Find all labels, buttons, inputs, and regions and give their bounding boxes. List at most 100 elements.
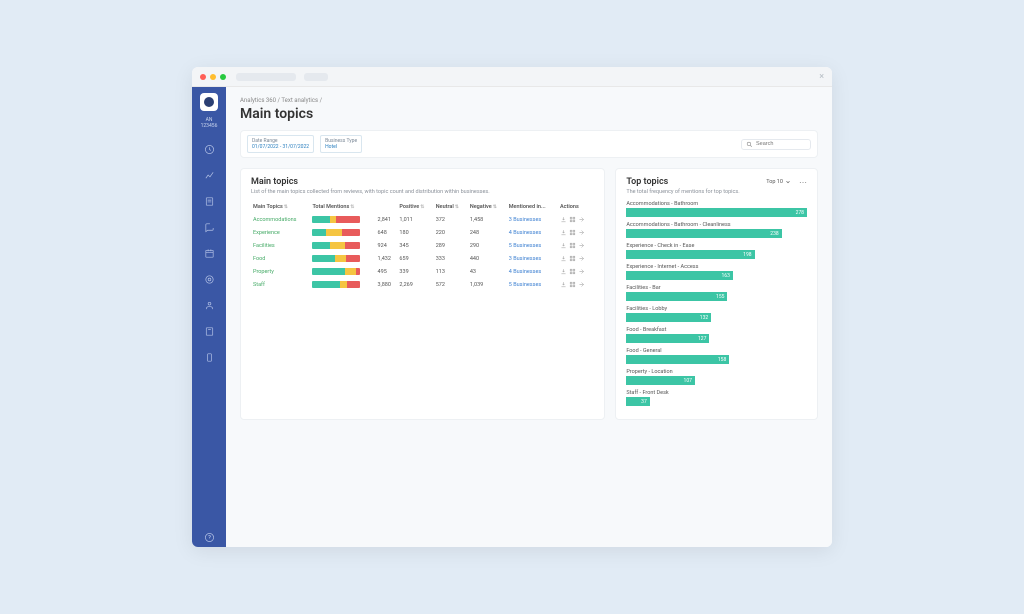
- cell-neutral: 113: [434, 265, 468, 278]
- window-close-icon[interactable]: [200, 74, 206, 80]
- nav-analytics-icon[interactable]: [199, 165, 219, 185]
- expand-icon[interactable]: [578, 255, 585, 262]
- table-row[interactable]: Property495339113434 Businesses: [251, 265, 594, 278]
- col-positive[interactable]: Positive⇅: [397, 201, 433, 213]
- download-icon[interactable]: [560, 255, 567, 262]
- address-bar[interactable]: [236, 73, 296, 81]
- nav-dashboard-icon[interactable]: [199, 139, 219, 159]
- col-total[interactable]: Total Mentions⇅: [310, 201, 397, 213]
- dropdown-label: Top 10: [766, 179, 783, 185]
- col-neutral[interactable]: Neutral⇅: [434, 201, 468, 213]
- cell-actions: [558, 265, 594, 278]
- cell-topic: Accommodations: [251, 213, 310, 226]
- top-topic-bar: 163: [626, 271, 807, 280]
- nav-users-icon[interactable]: [199, 295, 219, 315]
- table-row[interactable]: Staff3,8802,2695721,0395 Businesses: [251, 278, 594, 291]
- top-topic-bar: 37: [626, 397, 807, 406]
- top-topic-item[interactable]: Food - Breakfast127: [626, 327, 807, 343]
- expand-icon[interactable]: [578, 229, 585, 236]
- table-row[interactable]: Facilities9243452892905 Businesses: [251, 239, 594, 252]
- top-topic-item[interactable]: Experience - Check in - Ease198: [626, 243, 807, 259]
- search-icon: [746, 141, 753, 148]
- top-topic-bar: 198: [626, 250, 807, 259]
- page-title: Main topics: [240, 106, 818, 122]
- tab-close-icon[interactable]: ×: [819, 72, 824, 82]
- top-topic-item[interactable]: Facilities - Lobby132: [626, 306, 807, 322]
- top-topic-label: Property - Location: [626, 369, 807, 375]
- cell-actions: [558, 252, 594, 265]
- top-topic-label: Experience - Internet - Access: [626, 264, 807, 270]
- cell-mentioned[interactable]: 5 Businesses: [507, 278, 558, 291]
- window-minimize-icon[interactable]: [210, 74, 216, 80]
- grid-icon[interactable]: [569, 242, 576, 249]
- expand-icon[interactable]: [578, 281, 585, 288]
- col-mentioned[interactable]: Mentioned in...: [507, 201, 558, 213]
- top-topic-label: Staff - Front Desk: [626, 390, 807, 396]
- download-icon[interactable]: [560, 229, 567, 236]
- grid-icon[interactable]: [569, 268, 576, 275]
- cell-negative: 1,458: [468, 213, 507, 226]
- table-row[interactable]: Experience6481802202484 Businesses: [251, 226, 594, 239]
- top-topic-bar: 238: [626, 229, 807, 238]
- top-topics-dropdown[interactable]: Top 10: [766, 179, 791, 185]
- download-icon[interactable]: [560, 281, 567, 288]
- grid-icon[interactable]: [569, 281, 576, 288]
- address-bar-extra: [304, 73, 328, 81]
- filter-date-range[interactable]: Date Range 01/07/2022 - 31/07/2022: [247, 135, 314, 153]
- search-input[interactable]: [756, 141, 806, 147]
- grid-icon[interactable]: [569, 216, 576, 223]
- download-icon[interactable]: [560, 242, 567, 249]
- nav-notes-icon[interactable]: [199, 321, 219, 341]
- cell-total: 648: [376, 226, 398, 239]
- cell-mentioned[interactable]: 4 Businesses: [507, 265, 558, 278]
- cell-mentioned[interactable]: 3 Businesses: [507, 252, 558, 265]
- grid-icon[interactable]: [569, 255, 576, 262]
- nav-calendar-icon[interactable]: [199, 243, 219, 263]
- top-topic-item[interactable]: Facilities - Bar155: [626, 285, 807, 301]
- main-content: Analytics 360 / Text analytics / Main to…: [226, 87, 832, 547]
- nav-target-icon[interactable]: [199, 269, 219, 289]
- download-icon[interactable]: [560, 268, 567, 275]
- top-topic-item[interactable]: Accommodations - Bathroom278: [626, 201, 807, 217]
- top-topic-item[interactable]: Property - Location107: [626, 369, 807, 385]
- expand-icon[interactable]: [578, 242, 585, 249]
- top-topics-more-icon[interactable]: ⋯: [799, 178, 807, 187]
- top-topic-item[interactable]: Food - General158: [626, 348, 807, 364]
- top-topics-title: Top topics: [626, 177, 668, 187]
- cell-mentioned[interactable]: 3 Businesses: [507, 213, 558, 226]
- col-topic[interactable]: Main Topics⇅: [251, 201, 310, 213]
- nav-mobile-icon[interactable]: [199, 347, 219, 367]
- top-topic-bar: 132: [626, 313, 807, 322]
- nav-reports-icon[interactable]: [199, 191, 219, 211]
- cell-stacked-bar: [310, 226, 375, 239]
- table-row[interactable]: Accommodations2,8411,0113721,4583 Busine…: [251, 213, 594, 226]
- breadcrumb[interactable]: Analytics 360 / Text analytics /: [240, 97, 818, 104]
- cell-mentioned[interactable]: 5 Businesses: [507, 239, 558, 252]
- nav-reviews-icon[interactable]: [199, 217, 219, 237]
- top-topic-label: Experience - Check in - Ease: [626, 243, 807, 249]
- top-topic-item[interactable]: Accommodations - Bathroom - Cleanliness2…: [626, 222, 807, 238]
- cell-positive: 339: [397, 265, 433, 278]
- cell-neutral: 333: [434, 252, 468, 265]
- top-topic-item[interactable]: Experience - Internet - Access163: [626, 264, 807, 280]
- col-negative[interactable]: Negative⇅: [468, 201, 507, 213]
- cell-stacked-bar: [310, 265, 375, 278]
- app-logo[interactable]: [200, 93, 218, 111]
- window-maximize-icon[interactable]: [220, 74, 226, 80]
- expand-icon[interactable]: [578, 268, 585, 275]
- cell-negative: 248: [468, 226, 507, 239]
- main-topics-title: Main topics: [251, 177, 594, 187]
- download-icon[interactable]: [560, 216, 567, 223]
- expand-icon[interactable]: [578, 216, 585, 223]
- org-id: 123456: [201, 123, 218, 129]
- cell-positive: 1,011: [397, 213, 433, 226]
- cell-positive: 659: [397, 252, 433, 265]
- search-input-wrap[interactable]: [741, 139, 811, 150]
- cell-topic: Experience: [251, 226, 310, 239]
- top-topic-item[interactable]: Staff - Front Desk37: [626, 390, 807, 406]
- filter-business-type[interactable]: Business Type Hotel: [320, 135, 362, 153]
- grid-icon[interactable]: [569, 229, 576, 236]
- table-row[interactable]: Food1,4326593334403 Businesses: [251, 252, 594, 265]
- nav-help-icon[interactable]: [199, 527, 219, 547]
- cell-mentioned[interactable]: 4 Businesses: [507, 226, 558, 239]
